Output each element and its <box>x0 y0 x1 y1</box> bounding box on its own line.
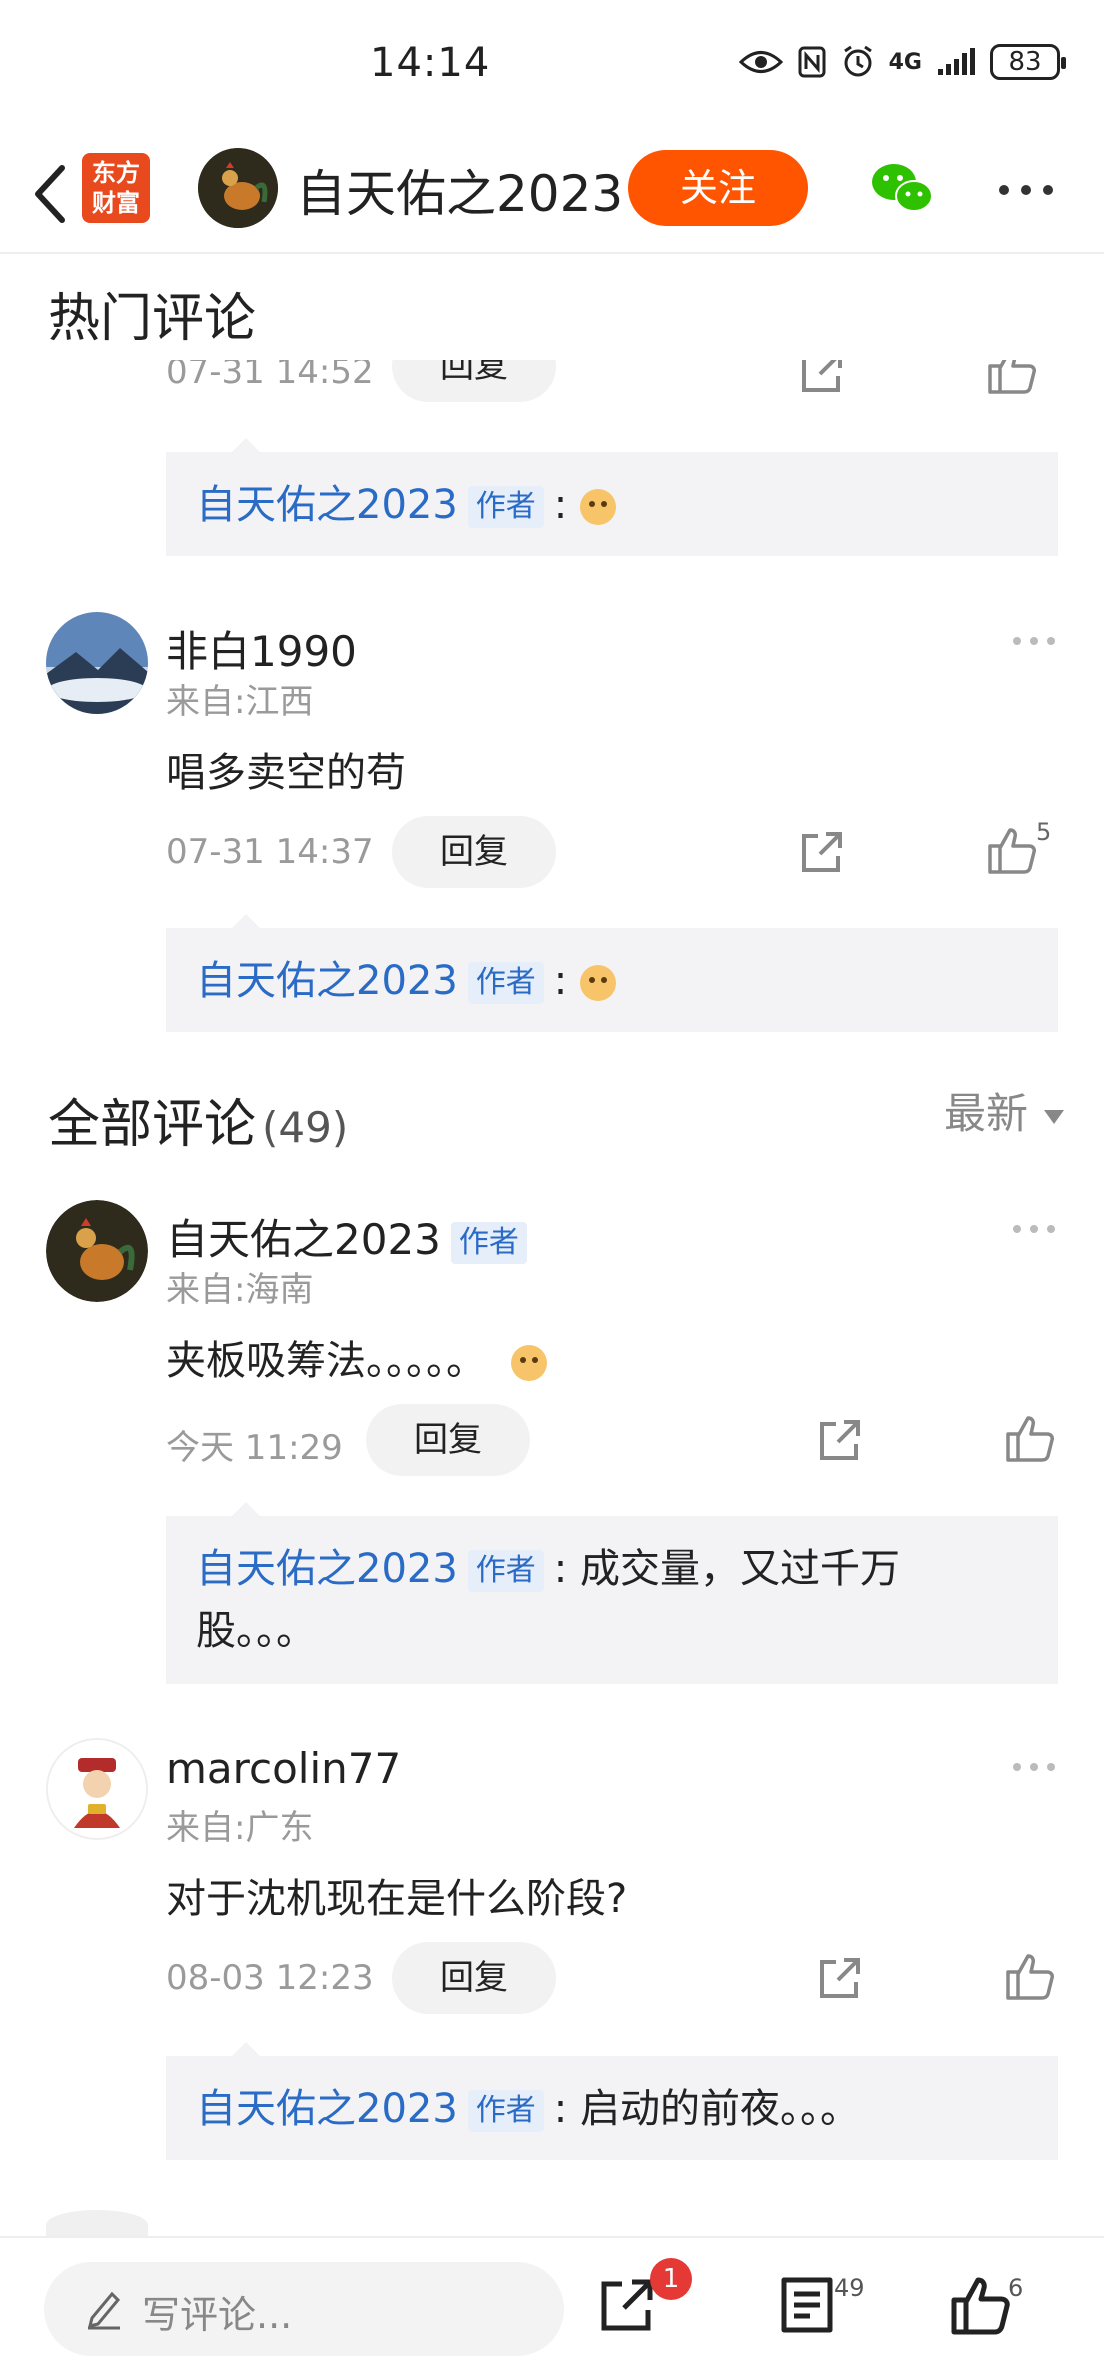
author-reply[interactable]: 自天佑之2023 作者: 启动的前夜。。。 <box>166 2042 1058 2160</box>
reply-button[interactable]: 回复 <box>366 1404 530 1476</box>
reply-separator: : <box>553 482 568 528</box>
reply-author-name[interactable]: 自天佑之2023 <box>196 1546 458 1592</box>
comment-more-icon[interactable] <box>1010 1760 1058 1774</box>
reply-text-continued: 股。。。 <box>196 1608 316 1654</box>
author-badge: 作者 <box>467 2090 544 2132</box>
sort-dropdown[interactable]: 最新 <box>944 1080 1064 1141</box>
post-header: 东方财富 自天佑之2023 关注 <box>0 140 1104 254</box>
bottom-action-bar: 写评论... 1 49 6 <box>0 2236 1104 2376</box>
comment-time: 07-31 14:37 <box>166 832 374 872</box>
share-icon[interactable] <box>596 2274 658 2336</box>
caret-down-icon <box>1044 1109 1064 1124</box>
all-comments-label: 全部评论 <box>48 1095 257 1155</box>
nfc-icon <box>798 46 826 78</box>
app-logo[interactable]: 东方财富 <box>82 153 150 223</box>
author-badge: 作者 <box>450 1221 527 1264</box>
reply-text: 启动的前夜。。。 <box>580 2086 860 2132</box>
share-icon[interactable] <box>798 360 846 396</box>
hot-comments-title: 热门评论 <box>48 289 257 349</box>
share-icon[interactable] <box>816 1954 864 2002</box>
dog-emoji-icon <box>580 965 616 1001</box>
comment-list-icon[interactable] <box>776 2274 838 2336</box>
signal-icon <box>938 48 975 75</box>
all-comments-count: (49) <box>262 1103 349 1152</box>
like-icon[interactable] <box>986 824 1038 876</box>
reply-author-name[interactable]: 自天佑之2023 <box>196 2086 458 2132</box>
author-badge: 作者 <box>467 1550 544 1592</box>
user-avatar[interactable] <box>46 1738 148 1840</box>
reply-button[interactable]: 回复 <box>392 360 556 402</box>
status-time: 14:14 <box>370 40 491 86</box>
like-count: 6 <box>1008 2274 1024 2302</box>
reply-separator: : <box>553 1546 568 1592</box>
all-comments-title: 全部评论 (49) <box>48 1082 348 1157</box>
comment-time: 07-31 14:52 <box>166 360 374 392</box>
eye-icon <box>738 51 783 73</box>
comment-text: 对于沈机现在是什么阶段? <box>166 1876 628 1922</box>
comment-time: 08-03 12:23 <box>166 1958 374 1998</box>
comment-username[interactable]: 自天佑之2023 作者 <box>166 1206 527 1267</box>
battery-indicator: 83 <box>990 44 1066 80</box>
user-avatar[interactable] <box>46 612 148 714</box>
rooster-icon <box>46 1200 148 1302</box>
comment-location: 来自:广东 <box>166 1808 314 1848</box>
author-badge: 作者 <box>467 962 544 1004</box>
status-icons: 4G 83 <box>738 44 1066 80</box>
share-notification-badge: 1 <box>650 2258 692 2300</box>
comment-more-icon[interactable] <box>1010 634 1058 648</box>
status-bar: 14:14 4G 83 <box>0 0 1104 140</box>
comment-text: 夹板吸筹法。。。。。 <box>166 1328 547 1386</box>
wechat-icon[interactable] <box>870 158 936 218</box>
reply-author-name[interactable]: 自天佑之2023 <box>196 958 458 1004</box>
comment-location: 来自:海南 <box>166 1270 314 1310</box>
comment-location: 来自:江西 <box>166 682 314 722</box>
comment-count: 49 <box>834 2274 865 2302</box>
user-avatar[interactable] <box>46 1200 148 1302</box>
back-arrow-icon[interactable] <box>22 154 82 234</box>
author-reply[interactable]: 自天佑之2023 作者: <box>166 914 1058 1032</box>
comment-text: 唱多卖空的苟 <box>166 750 406 796</box>
reply-button[interactable]: 回复 <box>392 816 556 888</box>
comment-more-icon[interactable] <box>1010 1222 1058 1236</box>
comment-username[interactable]: marcolin77 <box>166 1744 401 1793</box>
comment-input-placeholder: 写评论... <box>142 2293 293 2337</box>
comment-time: 今天 11:29 <box>166 1428 343 1468</box>
author-avatar[interactable] <box>198 148 278 228</box>
author-name[interactable]: 自天佑之2023 <box>296 154 623 226</box>
more-icon[interactable] <box>994 170 1058 210</box>
shush-emoji-icon <box>510 1345 547 1381</box>
reply-text: 成交量，又过千万 <box>580 1546 900 1592</box>
follow-button[interactable]: 关注 <box>628 150 808 226</box>
rooster-icon <box>198 148 278 228</box>
author-badge: 作者 <box>467 486 544 528</box>
comment-username-text[interactable]: 自天佑之2023 <box>166 1215 441 1264</box>
reply-separator: : <box>553 2086 568 2132</box>
partial-comment-actions: 07-31 14:52 回复 <box>0 360 1104 410</box>
reply-button[interactable]: 回复 <box>392 1942 556 2014</box>
mountain-avatar-icon <box>46 612 148 714</box>
author-reply[interactable]: 自天佑之2023 作者: 成交量，又过千万 股。。。 <box>166 1502 1058 1684</box>
network-type: 4G <box>888 49 922 75</box>
comment-input[interactable]: 写评论... <box>44 2262 564 2356</box>
share-icon[interactable] <box>798 828 846 876</box>
pencil-icon <box>87 2291 121 2330</box>
like-icon[interactable] <box>1004 1950 1056 2002</box>
like-icon[interactable] <box>986 360 1038 396</box>
reply-author-name[interactable]: 自天佑之2023 <box>196 482 458 528</box>
reply-separator: : <box>553 958 568 1004</box>
sort-label: 最新 <box>943 1089 1028 1138</box>
dog-emoji-icon <box>580 489 616 525</box>
comment-username[interactable]: 非白1990 <box>166 618 357 679</box>
god-of-wealth-icon <box>48 1740 146 1838</box>
like-icon[interactable] <box>950 2274 1012 2336</box>
alarm-icon <box>843 45 872 77</box>
share-icon[interactable] <box>816 1416 864 1464</box>
like-icon[interactable] <box>1004 1412 1056 1464</box>
author-reply[interactable]: 自天佑之2023 作者: <box>166 438 1058 556</box>
comment-text-body: 夹板吸筹法。。。。。 <box>166 1338 486 1384</box>
like-count: 5 <box>1036 818 1052 846</box>
